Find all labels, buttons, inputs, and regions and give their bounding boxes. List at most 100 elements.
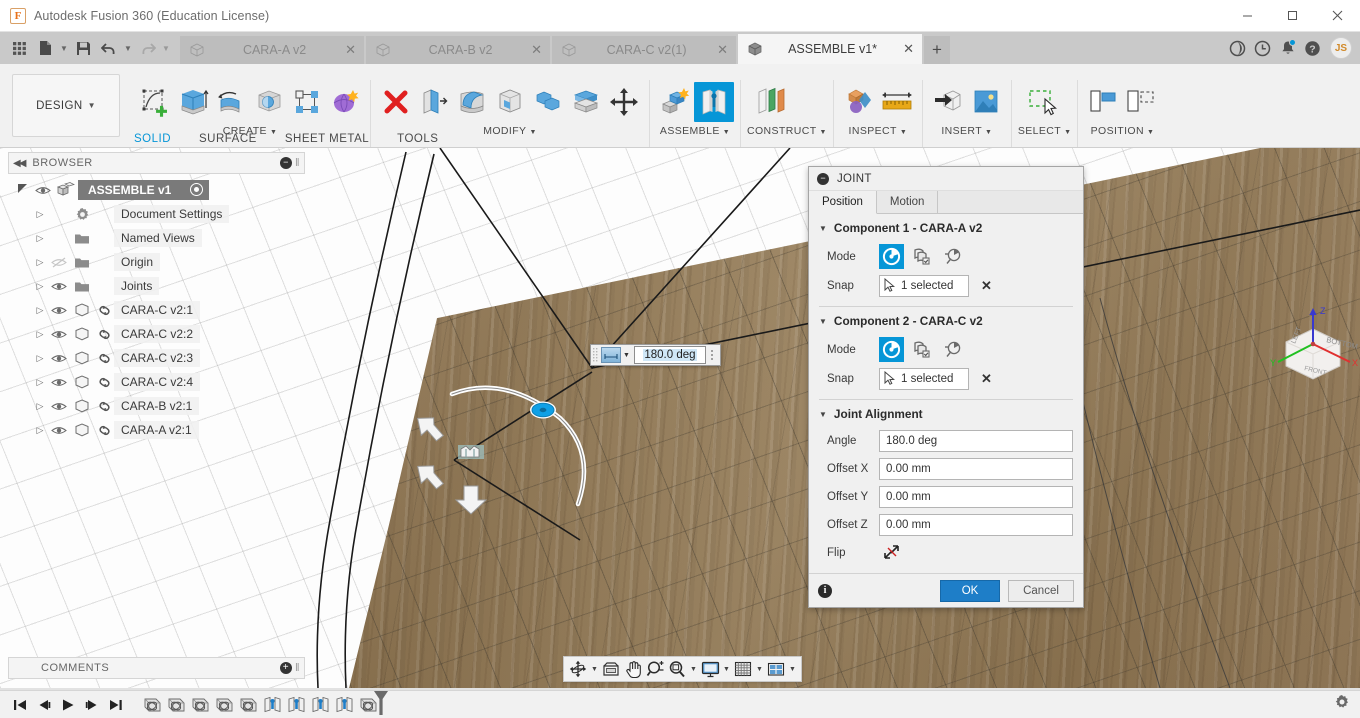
offset-plane-icon[interactable] [747, 81, 799, 123]
expand-arrow-icon[interactable]: ▷ [32, 425, 48, 436]
joint-origin-icon[interactable] [164, 693, 188, 717]
collapse-panel-icon[interactable]: ◀◀ [13, 158, 26, 169]
two-edge-intersection-icon[interactable] [941, 244, 966, 269]
joint-icon[interactable] [694, 82, 734, 122]
extrude-icon[interactable] [174, 81, 212, 123]
expand-arrow-icon[interactable] [16, 184, 32, 196]
tree-item-origin[interactable]: ▷ Origin [8, 250, 305, 274]
timeline-marker[interactable] [372, 690, 390, 718]
expand-arrow-icon[interactable]: ▷ [32, 257, 48, 268]
new-tab-button[interactable]: + [924, 36, 950, 64]
display-settings-caret-icon[interactable]: ▼ [721, 658, 732, 680]
panel-grip-icon[interactable]: ‖ [295, 662, 300, 674]
joint-origin-icon[interactable] [236, 693, 260, 717]
visibility-eye-icon[interactable] [48, 377, 70, 388]
ribbon-group-label[interactable]: INSERT ▼ [929, 125, 1005, 137]
expand-arrow-icon[interactable]: ▷ [32, 353, 48, 364]
expand-arrow-icon[interactable]: ▷ [32, 233, 48, 244]
tree-item-cara-c-4[interactable]: ▷ CARA-C v2:4 [8, 370, 305, 394]
split-face-icon[interactable] [567, 81, 605, 123]
ribbon-group-label[interactable]: MODIFY ▼ [377, 125, 643, 137]
zoom-window-caret-icon[interactable]: ▼ [688, 658, 699, 680]
tab-close-icon[interactable]: ✕ [717, 42, 728, 58]
tree-item-cara-c-3[interactable]: ▷ CARA-C v2:3 [8, 346, 305, 370]
canvas-angle-input-widget[interactable]: ▼ 180.0 deg [590, 344, 721, 366]
form-icon[interactable] [326, 81, 364, 123]
component2-section-header[interactable]: ▼ Component 2 - CARA-C v2 [809, 307, 1083, 334]
ribbon-group-label[interactable]: ASSEMBLE ▼ [656, 125, 734, 137]
app-grid-icon[interactable] [6, 33, 32, 63]
angle-value-input[interactable]: 180.0 deg [633, 346, 706, 364]
flip-icon[interactable] [879, 544, 900, 563]
data-panel-icon[interactable] [1225, 32, 1250, 64]
maximize-button[interactable] [1270, 0, 1315, 32]
select-window-icon[interactable] [1018, 81, 1070, 123]
ribbon-group-label[interactable]: POSITION ▼ [1084, 125, 1160, 137]
joint-origin-icon[interactable] [212, 693, 236, 717]
zoom-window-icon[interactable] [666, 658, 688, 680]
tab-assemble[interactable]: ASSEMBLE v1* ✕ [738, 34, 922, 64]
step-back-icon[interactable] [32, 693, 56, 717]
visibility-eye-icon[interactable] [32, 185, 54, 196]
display-settings-icon[interactable] [699, 658, 721, 680]
tree-item-cara-c-2[interactable]: ▷ CARA-C v2:2 [8, 322, 305, 346]
step-forward-icon[interactable] [80, 693, 104, 717]
expand-arrow-icon[interactable]: ▷ [32, 377, 48, 388]
visibility-eye-icon[interactable] [48, 329, 70, 340]
tree-item-cara-a-1[interactable]: ▷ CARA-A v2:1 [8, 418, 305, 442]
simple-mode-icon[interactable] [879, 337, 904, 362]
insert-derive-icon[interactable] [929, 81, 967, 123]
cancel-button[interactable]: Cancel [1008, 579, 1074, 602]
between-two-faces-icon[interactable] [910, 337, 935, 362]
component2-clear-selection-icon[interactable]: ✕ [981, 371, 992, 387]
widget-options-icon[interactable] [706, 350, 718, 360]
chevron-down-icon[interactable]: ▼ [623, 352, 630, 359]
tab-motion[interactable]: Motion [877, 191, 939, 214]
tab-close-icon[interactable]: ✕ [345, 42, 356, 58]
view-cube[interactable]: BOTTOM LEFT FRONT Z X Y [1268, 304, 1358, 392]
minimize-button[interactable] [1225, 0, 1270, 32]
workspace-selector[interactable]: DESIGN ▼ [12, 74, 120, 137]
recent-activity-clock-icon[interactable] [1250, 32, 1275, 64]
combine-icon[interactable] [529, 81, 567, 123]
ribbon-group-label[interactable]: CREATE ▼ [136, 125, 364, 137]
tree-item-cara-b-1[interactable]: ▷ CARA-B v2:1 [8, 394, 305, 418]
joint-alignment-section-header[interactable]: ▼ Joint Alignment [809, 400, 1083, 427]
go-to-beginning-icon[interactable] [8, 693, 32, 717]
undo-caret-icon[interactable]: ▼ [122, 33, 134, 63]
align-icon[interactable] [1084, 81, 1122, 123]
joint-icon[interactable] [260, 693, 284, 717]
new-file-icon[interactable] [32, 33, 58, 63]
widget-grip-icon[interactable] [593, 347, 600, 363]
viewports-caret-icon[interactable]: ▼ [787, 658, 798, 680]
tab-cara-a[interactable]: CARA-A v2 ✕ [180, 36, 364, 64]
sweep-icon[interactable] [250, 81, 288, 123]
info-icon[interactable]: i [818, 583, 832, 598]
visibility-eye-icon[interactable] [48, 401, 70, 412]
expand-arrow-icon[interactable]: ▷ [32, 281, 48, 292]
joint-origin-icon[interactable] [188, 693, 212, 717]
panel-grip-icon[interactable]: ‖ [295, 157, 300, 169]
dimension-icon[interactable] [601, 347, 621, 363]
ribbon-group-label[interactable]: CONSTRUCT ▼ [747, 125, 827, 137]
offset-y-input[interactable]: 0.00 mm [879, 486, 1073, 508]
tree-item-named-views[interactable]: ▷ Named Views [8, 226, 305, 250]
zoom-icon[interactable] [644, 658, 666, 680]
viewports-icon[interactable] [765, 658, 787, 680]
add-comment-icon[interactable]: + [279, 662, 292, 674]
visibility-eye-icon[interactable] [48, 281, 70, 292]
joint-origin-icon[interactable] [140, 693, 164, 717]
component2-snap-selection[interactable]: 1 selected [879, 368, 969, 390]
expand-arrow-icon[interactable]: ▷ [32, 209, 48, 220]
expand-arrow-icon[interactable]: ▷ [32, 401, 48, 412]
expand-arrow-icon[interactable]: ▷ [32, 329, 48, 340]
shell-icon[interactable] [491, 81, 529, 123]
move-copy-icon[interactable] [605, 81, 643, 123]
visibility-eye-off-icon[interactable] [48, 257, 70, 268]
pattern-icon[interactable] [288, 81, 326, 123]
simple-mode-icon[interactable] [879, 244, 904, 269]
visibility-eye-icon[interactable] [48, 425, 70, 436]
tab-cara-b[interactable]: CARA-B v2 ✕ [366, 36, 550, 64]
notifications-bell-icon[interactable] [1275, 32, 1300, 64]
component1-snap-selection[interactable]: 1 selected [879, 275, 969, 297]
